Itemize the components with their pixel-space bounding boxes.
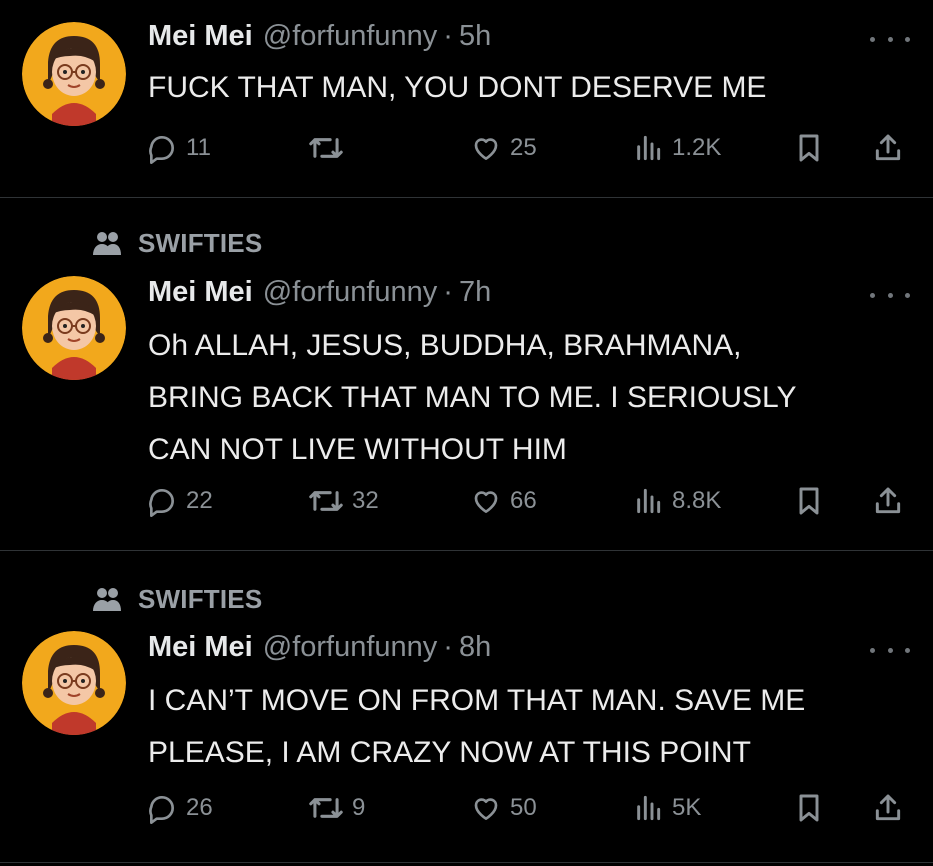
- tweet-3[interactable]: SWIFTIES Mei Mei @forfunfunny · 8h I CAN…: [0, 551, 933, 861]
- tweet-text-line: Oh ALLAH, JESUS, BUDDHA, BRAHMANA,: [148, 329, 742, 362]
- views-icon: [637, 795, 661, 821]
- share-button[interactable]: [872, 788, 904, 828]
- separator: ·: [443, 276, 453, 308]
- tweet-header: Mei Mei @forfunfunny · 8h: [148, 631, 491, 664]
- like-button[interactable]: 66: [470, 481, 537, 521]
- display-name[interactable]: Mei Mei: [148, 276, 253, 309]
- bookmark-icon: [799, 794, 819, 822]
- heart-icon: [474, 798, 498, 820]
- retweet-icon: [309, 798, 343, 818]
- reply-button[interactable]: 11: [146, 128, 211, 168]
- share-icon: [875, 487, 901, 514]
- heart-icon: [474, 491, 498, 513]
- view-count: 5K: [672, 794, 702, 821]
- share-icon: [875, 794, 901, 821]
- tweet-divider: [0, 862, 933, 863]
- bookmark-icon: [799, 487, 819, 515]
- avatar-image: [22, 276, 126, 380]
- tweet-header: Mei Mei @forfunfunny · 5h: [148, 20, 491, 53]
- reply-icon: [149, 488, 174, 517]
- tweet-actions: 26 9 50 5K: [0, 788, 933, 828]
- timestamp[interactable]: 7h: [459, 276, 491, 309]
- avatar-image: [22, 22, 126, 126]
- separator: ·: [443, 20, 453, 52]
- tweet-header: Mei Mei @forfunfunny · 7h: [148, 276, 491, 309]
- reply-count: 26: [186, 794, 213, 821]
- user-handle[interactable]: @forfunfunny: [263, 20, 438, 53]
- tweet-text-line: PLEASE, I AM CRAZY NOW AT THIS POINT: [148, 736, 751, 769]
- views-button[interactable]: 1.2K: [632, 128, 721, 168]
- reply-icon: [149, 795, 174, 824]
- user-handle[interactable]: @forfunfunny: [263, 276, 438, 309]
- view-count: 8.8K: [672, 487, 722, 514]
- separator: ·: [443, 631, 453, 663]
- tweet-2[interactable]: SWIFTIES Mei Mei @forfunfunny · 7h Oh AL…: [0, 198, 933, 550]
- bookmark-icon: [799, 134, 819, 162]
- view-count: 1.2K: [672, 134, 722, 161]
- share-icon: [875, 134, 901, 161]
- reply-count: 22: [186, 487, 213, 514]
- share-button[interactable]: [872, 481, 904, 521]
- avatar-image: [22, 631, 126, 735]
- retweet-count: 32: [352, 487, 379, 514]
- bookmark-button[interactable]: [794, 128, 824, 168]
- tweet-text-line: FUCK THAT MAN, YOU DONT DESERVE ME: [148, 71, 767, 104]
- retweet-button[interactable]: 32: [308, 481, 379, 521]
- tweet-text-line: I CAN’T MOVE ON FROM THAT MAN. SAVE ME: [148, 684, 806, 717]
- tweet-text: Oh ALLAH, JESUS, BUDDHA, BRAHMANA, BRING…: [148, 320, 918, 476]
- retweet-count: 9: [352, 794, 366, 821]
- avatar[interactable]: [22, 22, 126, 126]
- share-button[interactable]: [872, 128, 904, 168]
- more-icon[interactable]: [870, 645, 910, 655]
- retweet-button[interactable]: 9: [308, 788, 365, 828]
- community-context[interactable]: SWIFTIES: [92, 584, 262, 614]
- views-icon: [637, 488, 661, 514]
- tweet-actions: 11 25 1.2K: [0, 128, 933, 168]
- views-button[interactable]: 5K: [632, 788, 701, 828]
- tweet-text: I CAN’T MOVE ON FROM THAT MAN. SAVE ME P…: [148, 675, 918, 779]
- community-icon: [93, 232, 121, 255]
- views-icon: [637, 135, 661, 161]
- like-count: 50: [510, 794, 537, 821]
- reply-count: 11: [186, 134, 211, 161]
- like-button[interactable]: 50: [470, 788, 537, 828]
- heart-icon: [474, 138, 498, 160]
- tweet-text: FUCK THAT MAN, YOU DONT DESERVE ME: [148, 62, 918, 114]
- display-name[interactable]: Mei Mei: [148, 20, 253, 53]
- user-handle[interactable]: @forfunfunny: [263, 631, 438, 664]
- avatar[interactable]: [22, 631, 126, 735]
- timestamp[interactable]: 8h: [459, 631, 491, 664]
- timestamp[interactable]: 5h: [459, 20, 491, 53]
- display-name[interactable]: Mei Mei: [148, 631, 253, 664]
- more-icon[interactable]: [870, 290, 910, 300]
- bookmark-button[interactable]: [794, 788, 824, 828]
- reply-icon: [149, 135, 174, 164]
- tweet-1[interactable]: Mei Mei @forfunfunny · 5h FUCK THAT MAN,…: [0, 0, 933, 197]
- community-icon: [93, 588, 121, 611]
- retweet-button[interactable]: [308, 128, 352, 168]
- views-button[interactable]: 8.8K: [632, 481, 721, 521]
- avatar[interactable]: [22, 276, 126, 380]
- community-name: SWIFTIES: [138, 227, 263, 258]
- more-icon[interactable]: [870, 34, 910, 44]
- community-name: SWIFTIES: [138, 583, 263, 614]
- retweet-icon: [309, 491, 343, 511]
- tweet-text-line: BRING BACK THAT MAN TO ME. I SERIOUSLY: [148, 381, 797, 414]
- community-context[interactable]: SWIFTIES: [92, 228, 262, 258]
- tweet-actions: 22 32 66 8.8K: [0, 481, 933, 521]
- like-button[interactable]: 25: [470, 128, 537, 168]
- like-count: 25: [510, 134, 537, 161]
- retweet-icon: [309, 138, 343, 158]
- bookmark-button[interactable]: [794, 481, 824, 521]
- tweet-text-line: CAN NOT LIVE WITHOUT HIM: [148, 433, 567, 466]
- like-count: 66: [510, 487, 537, 514]
- reply-button[interactable]: 26: [146, 788, 213, 828]
- reply-button[interactable]: 22: [146, 481, 213, 521]
